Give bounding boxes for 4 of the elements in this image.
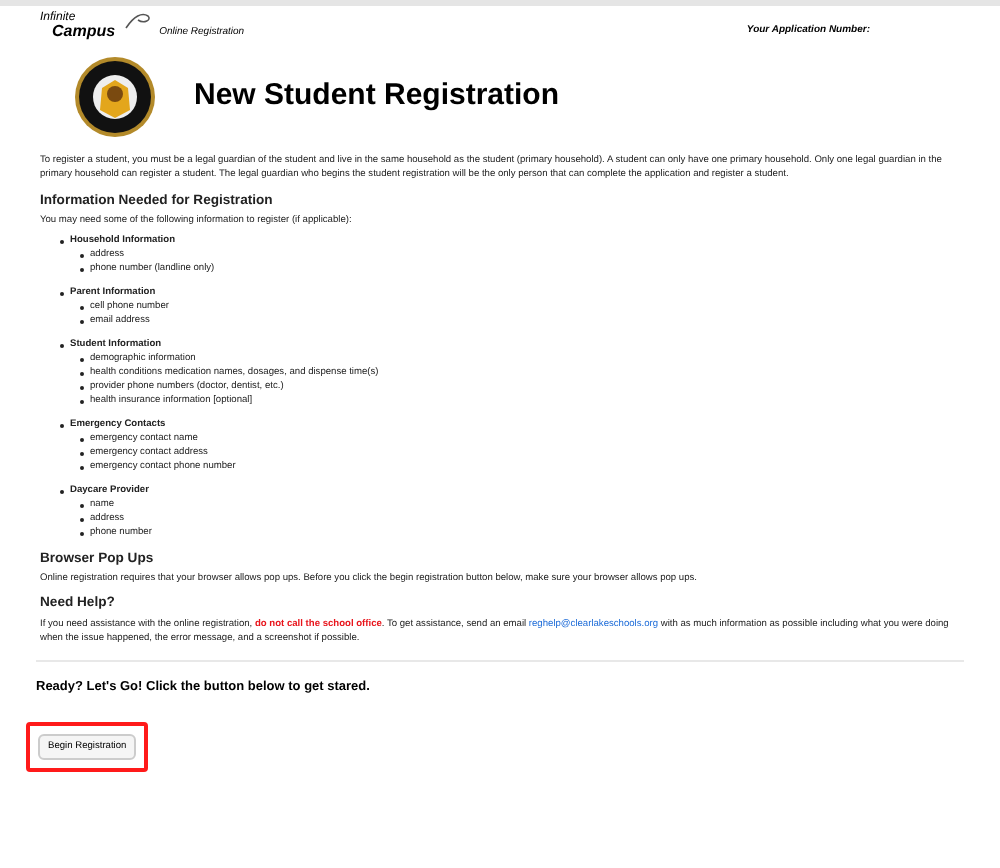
brand-name: Campus [50, 24, 116, 40]
page-title: New Student Registration [194, 75, 560, 116]
crest-icon [74, 55, 156, 137]
swirl-icon [123, 12, 152, 32]
